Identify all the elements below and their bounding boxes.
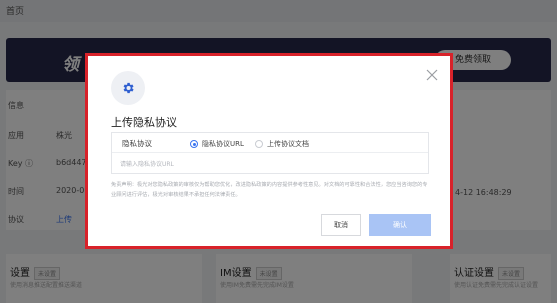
disclaimer-text: 免责声明：极光对您隐私政策的审核仅为帮助您优化，改进隐私政策的内容提供参考性意见… (111, 182, 428, 198)
upload-privacy-dialog: 上传隐私协议 隐私协议 隐私协议URL 上传协议文档 免责声明：极光对您隐私政策… (85, 53, 453, 249)
confirm-button[interactable]: 确认 (369, 214, 431, 236)
cancel-button[interactable]: 取消 (321, 214, 361, 236)
close-icon[interactable] (426, 66, 438, 81)
dialog-title: 上传隐私协议 (111, 116, 177, 129)
field-label: 隐私协议 (122, 139, 152, 148)
option-row: 隐私协议 隐私协议URL 上传协议文档 (112, 133, 428, 153)
radio-unchecked-icon (255, 140, 263, 148)
privacy-form: 隐私协议 隐私协议URL 上传协议文档 (111, 132, 429, 174)
radio-checked-icon (190, 140, 198, 148)
radio-privacy-url[interactable]: 隐私协议URL (190, 139, 244, 149)
privacy-url-input[interactable] (120, 157, 420, 171)
radio-upload-document[interactable]: 上传协议文档 (255, 139, 309, 149)
gear-icon (111, 71, 145, 105)
